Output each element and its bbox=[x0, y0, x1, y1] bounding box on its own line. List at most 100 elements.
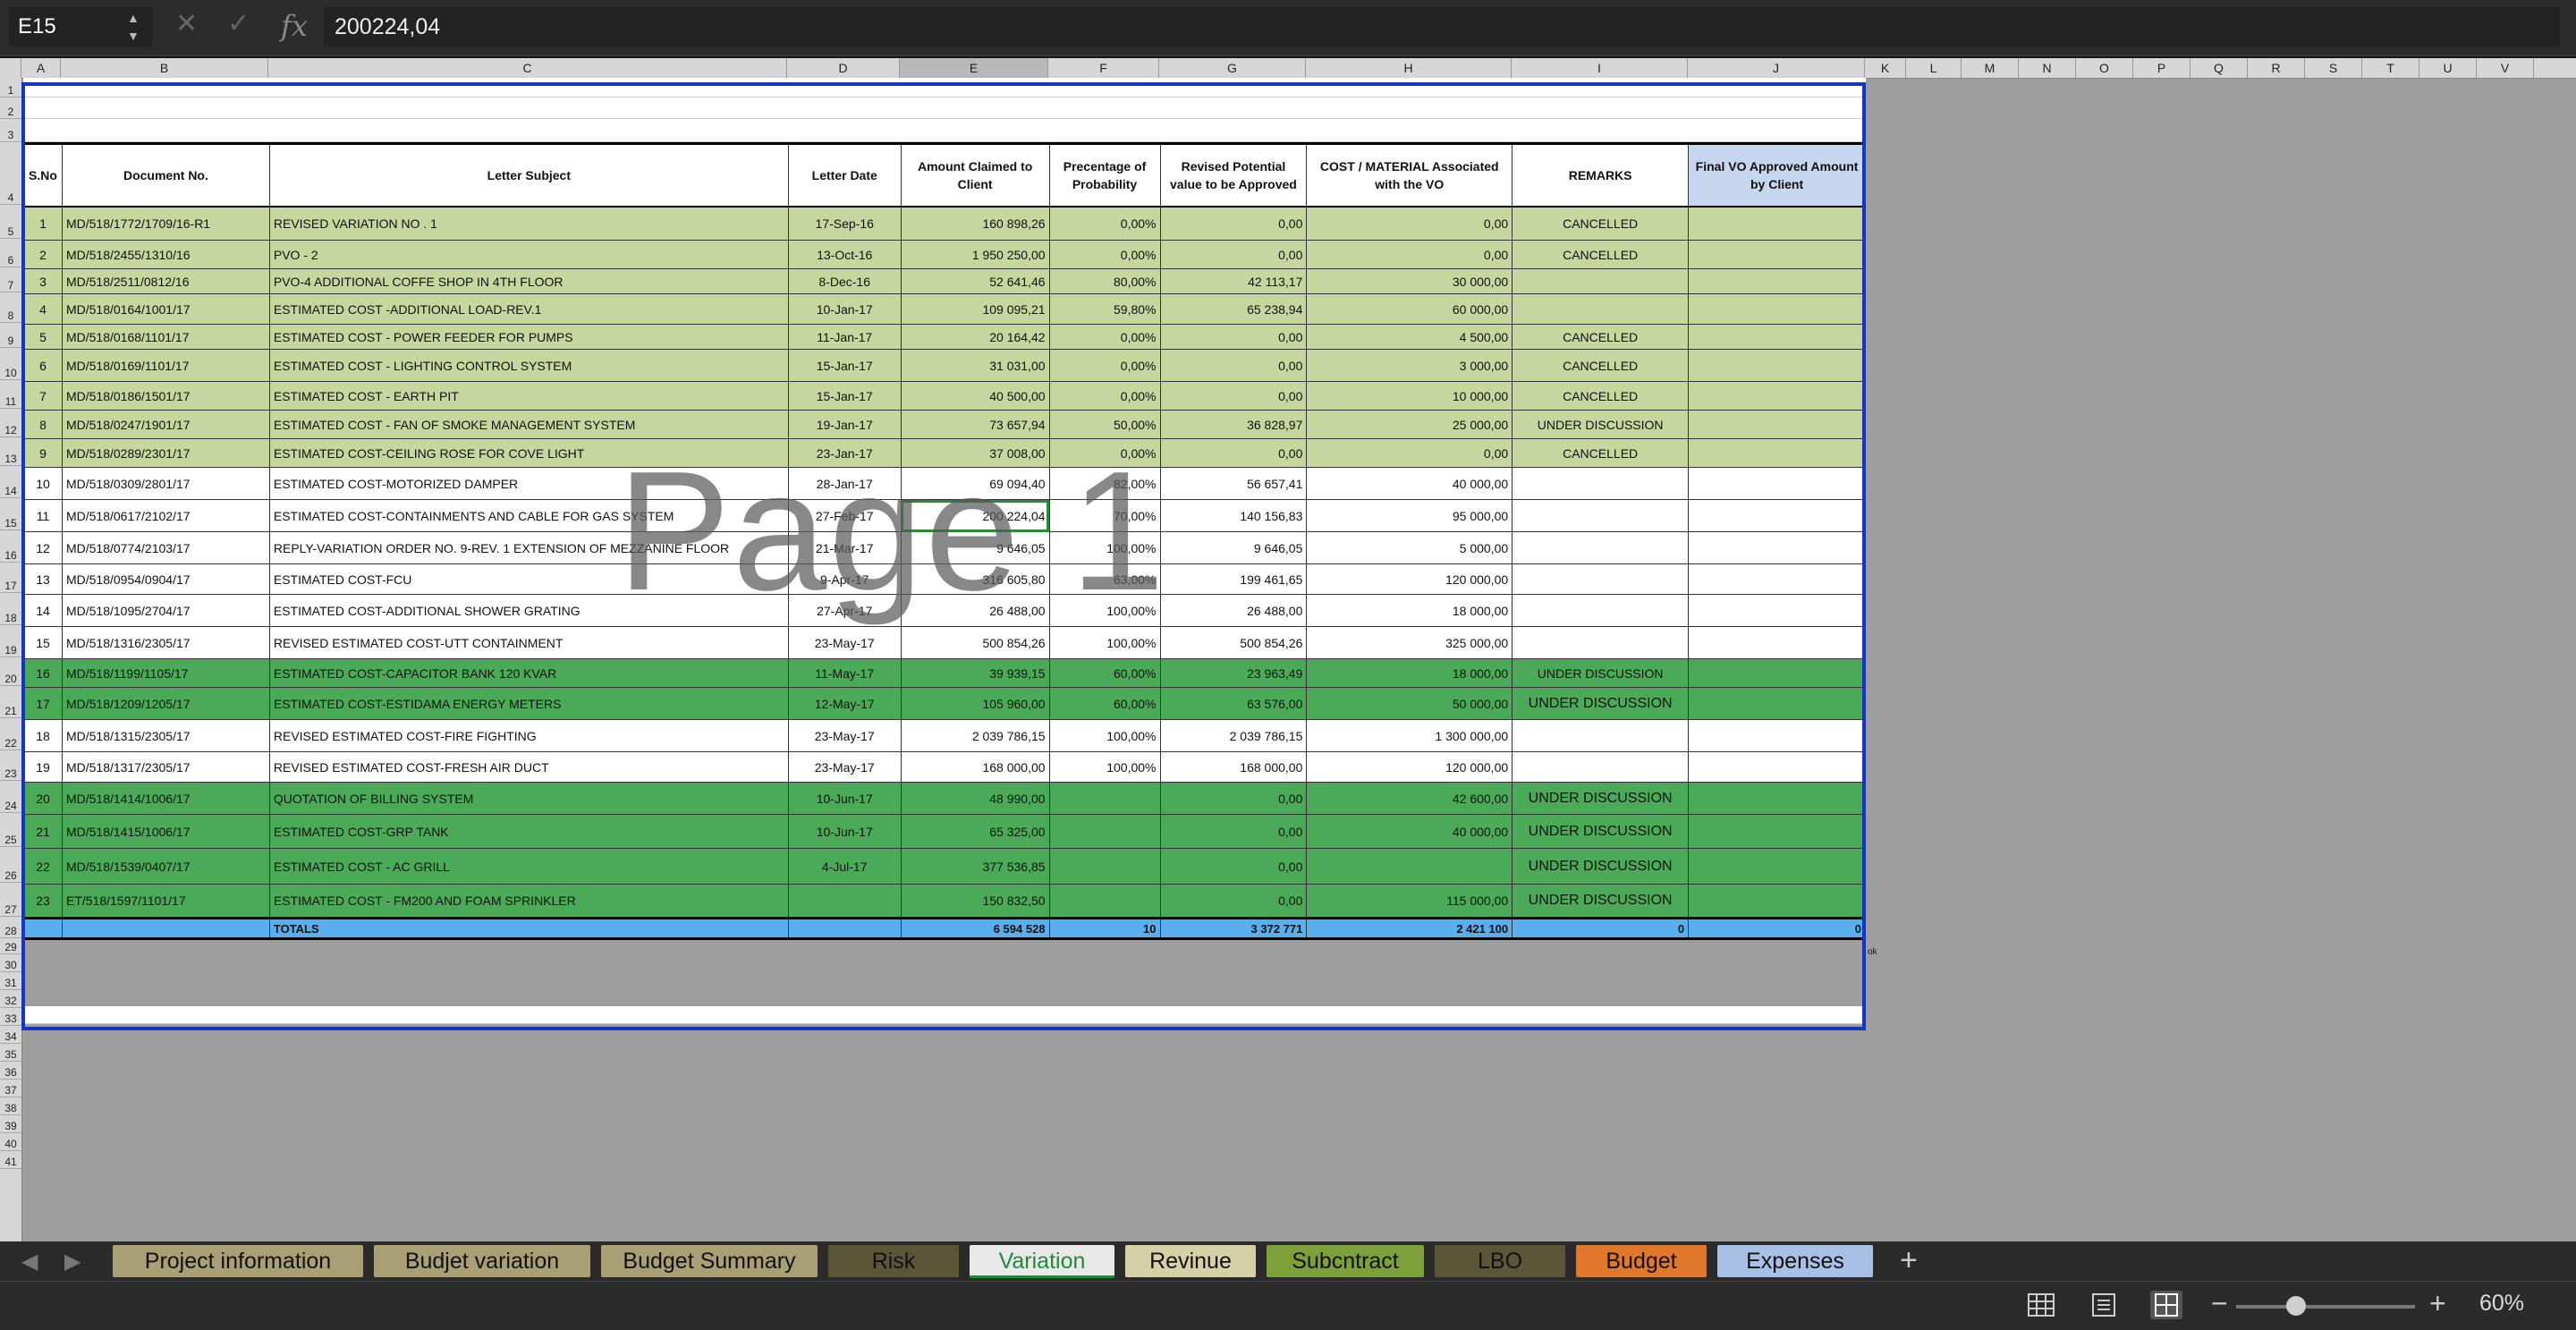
row-header[interactable]: 5 bbox=[0, 205, 21, 239]
cell-doc[interactable]: MD/518/1317/2305/17 bbox=[61, 751, 270, 783]
cell-revised[interactable]: 0,00 bbox=[1159, 240, 1308, 269]
cell-final[interactable] bbox=[1688, 814, 1866, 849]
cell-final[interactable] bbox=[1688, 563, 1866, 595]
cell-cost[interactable]: 10 000,00 bbox=[1306, 381, 1513, 411]
cell-cost[interactable]: 325 000,00 bbox=[1306, 626, 1513, 659]
cell-pct[interactable] bbox=[1048, 782, 1161, 815]
cell-sno[interactable]: 13 bbox=[23, 563, 63, 595]
cell-sno[interactable]: 7 bbox=[23, 381, 63, 411]
total-probability[interactable]: 10 bbox=[1048, 917, 1161, 940]
next-sheet-icon[interactable]: ▶ bbox=[64, 1249, 80, 1275]
cell-pct[interactable]: 100,00% bbox=[1048, 531, 1161, 564]
cell-pct[interactable]: 100,00% bbox=[1048, 751, 1161, 783]
row-header[interactable]: 37 bbox=[0, 1080, 21, 1097]
column-header-v[interactable]: V bbox=[2477, 58, 2534, 78]
total-remarks[interactable]: 0 bbox=[1512, 917, 1690, 940]
column-header-o[interactable]: O bbox=[2076, 58, 2133, 78]
cell-sno[interactable]: 9 bbox=[23, 438, 63, 468]
cell-amount[interactable]: 150 832,50 bbox=[900, 884, 1050, 919]
cell-remarks[interactable]: UNDER DISCUSSION bbox=[1512, 814, 1690, 849]
cell-pct[interactable]: 0,00% bbox=[1048, 206, 1161, 241]
cell-sno[interactable]: 2 bbox=[23, 240, 63, 269]
cell-subject[interactable]: ESTIMATED COST - POWER FEEDER FOR PUMPS bbox=[268, 324, 789, 350]
row-header[interactable]: 11 bbox=[0, 380, 21, 409]
cell-doc[interactable]: MD/518/0169/1101/17 bbox=[61, 349, 270, 382]
cell-doc[interactable]: MD/518/1316/2305/17 bbox=[61, 626, 270, 659]
cell-sno[interactable]: 10 bbox=[23, 467, 63, 500]
zoom-slider-handle[interactable] bbox=[2286, 1296, 2306, 1316]
cell-remarks[interactable]: CANCELLED bbox=[1512, 349, 1690, 382]
cell-sno[interactable]: 14 bbox=[23, 594, 63, 627]
cell-sno[interactable]: 23 bbox=[23, 884, 63, 919]
row-header[interactable]: 2 bbox=[0, 97, 21, 119]
row-header[interactable]: 1 bbox=[0, 78, 21, 97]
total-cost[interactable]: 2 421 100 bbox=[1306, 917, 1513, 940]
cell-final[interactable] bbox=[1688, 499, 1866, 532]
cell-amount[interactable]: 160 898,26 bbox=[900, 206, 1050, 241]
cell-cost[interactable]: 1 300 000,00 bbox=[1306, 719, 1513, 752]
cell-final[interactable] bbox=[1688, 751, 1866, 783]
cell-doc[interactable]: MD/518/1199/1105/17 bbox=[61, 658, 270, 688]
cell-final[interactable] bbox=[1688, 782, 1866, 815]
cell-cost[interactable]: 25 000,00 bbox=[1306, 410, 1513, 439]
cell-remarks[interactable]: UNDER DISCUSSION bbox=[1512, 658, 1690, 688]
cell-cost[interactable]: 120 000,00 bbox=[1306, 751, 1513, 783]
row-header[interactable]: 3 bbox=[0, 119, 21, 142]
normal-view-icon[interactable] bbox=[2025, 1291, 2057, 1319]
cell-subject[interactable]: ESTIMATED COST - FM200 AND FOAM SPRINKLE… bbox=[268, 884, 789, 919]
cell-remarks[interactable] bbox=[1512, 499, 1690, 532]
cell-final[interactable] bbox=[1688, 206, 1866, 241]
cell-doc[interactable]: MD/518/2511/0812/16 bbox=[61, 268, 270, 294]
cell-sno[interactable]: 20 bbox=[23, 782, 63, 815]
cell-cost[interactable] bbox=[1306, 848, 1513, 885]
row-header[interactable]: 15 bbox=[0, 498, 21, 530]
cell-cost[interactable]: 0,00 bbox=[1306, 240, 1513, 269]
cell-final[interactable] bbox=[1688, 268, 1866, 294]
cell-doc[interactable]: MD/518/0247/1901/17 bbox=[61, 410, 270, 439]
cell-cost[interactable]: 0,00 bbox=[1306, 438, 1513, 468]
cell-remarks[interactable]: UNDER DISCUSSION bbox=[1512, 848, 1690, 885]
cell-cost[interactable]: 3 000,00 bbox=[1306, 349, 1513, 382]
cell-cost[interactable]: 120 000,00 bbox=[1306, 563, 1513, 595]
cell-revised[interactable]: 65 238,94 bbox=[1159, 293, 1308, 325]
column-header-l[interactable]: L bbox=[1906, 58, 1962, 78]
sheet-tab[interactable]: Risk bbox=[828, 1245, 959, 1277]
cell-cost[interactable]: 18 000,00 bbox=[1306, 594, 1513, 627]
cell-sno[interactable]: 22 bbox=[23, 848, 63, 885]
cell-cost[interactable]: 5 000,00 bbox=[1306, 531, 1513, 564]
cell-pct[interactable] bbox=[1048, 884, 1161, 919]
cell-final[interactable] bbox=[1688, 658, 1866, 688]
cell-subject[interactable]: ESTIMATED COST - AC GRILL bbox=[268, 848, 789, 885]
cell-amount[interactable]: 200 224,04 bbox=[900, 499, 1050, 532]
row-header[interactable]: 26 bbox=[0, 847, 21, 883]
cell-doc[interactable]: MD/518/2455/1310/16 bbox=[61, 240, 270, 269]
cell-subject[interactable]: ESTIMATED COST-CAPACITOR BANK 120 KVAR bbox=[268, 658, 789, 688]
cell-amount[interactable]: 31 031,00 bbox=[900, 349, 1050, 382]
cell-subject[interactable]: QUOTATION OF BILLING SYSTEM bbox=[268, 782, 789, 815]
cell-revised[interactable]: 26 488,00 bbox=[1159, 594, 1308, 627]
row-band[interactable] bbox=[23, 119, 1866, 142]
cell-remarks[interactable]: UNDER DISCUSSION bbox=[1512, 884, 1690, 919]
cell-pct[interactable]: 0,00% bbox=[1048, 349, 1161, 382]
cell-subject[interactable]: ESTIMATED COST - FAN OF SMOKE MANAGEMENT… bbox=[268, 410, 789, 439]
cell-remarks[interactable]: CANCELLED bbox=[1512, 324, 1690, 350]
row-header[interactable]: 41 bbox=[0, 1151, 21, 1169]
cell-sno[interactable]: 12 bbox=[23, 531, 63, 564]
row-header[interactable]: 10 bbox=[0, 348, 21, 380]
cell-revised[interactable]: 140 156,83 bbox=[1159, 499, 1308, 532]
row-header[interactable]: 17 bbox=[0, 563, 21, 593]
cell-pct[interactable]: 100,00% bbox=[1048, 594, 1161, 627]
sheet-tab[interactable]: Budget Summary bbox=[601, 1245, 818, 1277]
cell-remarks[interactable] bbox=[1512, 563, 1690, 595]
cell-subject[interactable]: ESTIMATED COST-MOTORIZED DAMPER bbox=[268, 467, 789, 500]
row-header[interactable]: 22 bbox=[0, 718, 21, 750]
cell-sno[interactable]: 11 bbox=[23, 499, 63, 532]
cell-remarks[interactable]: UNDER DISCUSSION bbox=[1512, 687, 1690, 720]
row-header[interactable]: 38 bbox=[0, 1097, 21, 1115]
column-header-n[interactable]: N bbox=[2019, 58, 2076, 78]
cell-doc[interactable]: MD/518/0186/1501/17 bbox=[61, 381, 270, 411]
cell-doc[interactable]: MD/518/0289/2301/17 bbox=[61, 438, 270, 468]
cell-cost[interactable]: 60 000,00 bbox=[1306, 293, 1513, 325]
row-header[interactable]: 27 bbox=[0, 883, 21, 917]
cell-final[interactable] bbox=[1688, 884, 1866, 919]
